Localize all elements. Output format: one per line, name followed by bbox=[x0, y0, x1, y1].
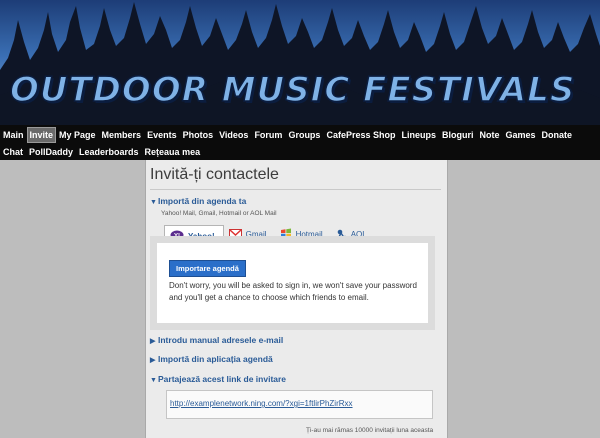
nav-item-cafepress-shop[interactable]: CafePress Shop bbox=[323, 128, 398, 142]
expanded-arrow-icon: ▼ bbox=[150, 199, 157, 206]
section-label: Partajează acest link de invitare bbox=[158, 374, 287, 384]
nav-item-bloguri[interactable]: Bloguri bbox=[439, 128, 477, 142]
page-title: Invită-ți contactele bbox=[150, 166, 279, 183]
privacy-note: Don't worry, you will be asked to sign i… bbox=[169, 281, 417, 302]
expanded-arrow-icon: ▼ bbox=[150, 377, 157, 384]
nav-item-forum[interactable]: Forum bbox=[251, 128, 285, 142]
section-label: Importă din aplicația agendă bbox=[158, 354, 273, 364]
header-banner: OUTDOOR MUSIC FESTIVALS bbox=[0, 0, 600, 125]
nav-item-note[interactable]: Note bbox=[477, 128, 503, 142]
collapsed-arrow-icon: ▶ bbox=[150, 338, 156, 345]
nav-item-chat[interactable]: Chat bbox=[0, 145, 26, 159]
invite-link[interactable]: http://examplenetwork.ning.com/?xgi=1ftl… bbox=[170, 399, 353, 408]
nav-item-lineups[interactable]: Lineups bbox=[398, 128, 439, 142]
nav-item-my-page[interactable]: My Page bbox=[56, 128, 99, 142]
section-label: Introdu manual adresele e-mail bbox=[158, 335, 284, 345]
section-share-link[interactable]: ▼Partajează acest link de invitare bbox=[150, 374, 286, 384]
import-dialog: Importare agendă Don't worry, you will b… bbox=[157, 243, 428, 323]
site-title: OUTDOOR MUSIC FESTIVALS bbox=[9, 69, 576, 111]
import-addressbook-button[interactable]: Importare agendă bbox=[169, 260, 246, 277]
nav-item-leaderboards[interactable]: Leaderboards bbox=[76, 145, 142, 159]
nav-item-groups[interactable]: Groups bbox=[285, 128, 323, 142]
nav-item-videos[interactable]: Videos bbox=[216, 128, 251, 142]
section-import-app[interactable]: ▶ Importă din aplicația agendă bbox=[150, 354, 273, 364]
nav-item-re-eaua-mea[interactable]: Rețeaua mea bbox=[142, 145, 204, 159]
nav-item-invite[interactable]: Invite bbox=[26, 126, 57, 143]
nav-item-main[interactable]: Main bbox=[0, 128, 27, 142]
invite-link-box: http://examplenetwork.ning.com/?xgi=1ftl… bbox=[166, 390, 433, 419]
title-divider bbox=[150, 189, 441, 190]
nav-item-photos[interactable]: Photos bbox=[180, 128, 217, 142]
providers-caption: Yahoo! Mail, Gmail, Hotmail or AOL Mail bbox=[161, 210, 277, 217]
nav-row-primary: Main Invite My Page Members Events Photos Vide… bbox=[0, 126, 575, 143]
nav-item-events[interactable]: Events bbox=[144, 128, 180, 142]
nav-row-secondary: Chat PollDaddy Leaderboards Rețeaua mea bbox=[0, 143, 203, 160]
nav-item-games[interactable]: Games bbox=[503, 128, 539, 142]
remaining-invites-note: Ți-au mai rămas 10000 invitații luna ace… bbox=[306, 427, 434, 434]
section-import-addressbook[interactable]: ▼Importă din agenda ta bbox=[150, 196, 246, 206]
nav-item-donate[interactable]: Donate bbox=[539, 128, 576, 142]
main-navigation: Main Invite My Page Members Events Photos Vide… bbox=[0, 125, 600, 160]
section-label: Importă din agenda ta bbox=[158, 196, 247, 206]
nav-item-polldaddy[interactable]: PollDaddy bbox=[26, 145, 76, 159]
nav-item-members[interactable]: Members bbox=[99, 128, 145, 142]
section-manual-email[interactable]: ▶ Introdu manual adresele e-mail bbox=[150, 335, 283, 345]
collapsed-arrow-icon: ▶ bbox=[150, 357, 156, 364]
